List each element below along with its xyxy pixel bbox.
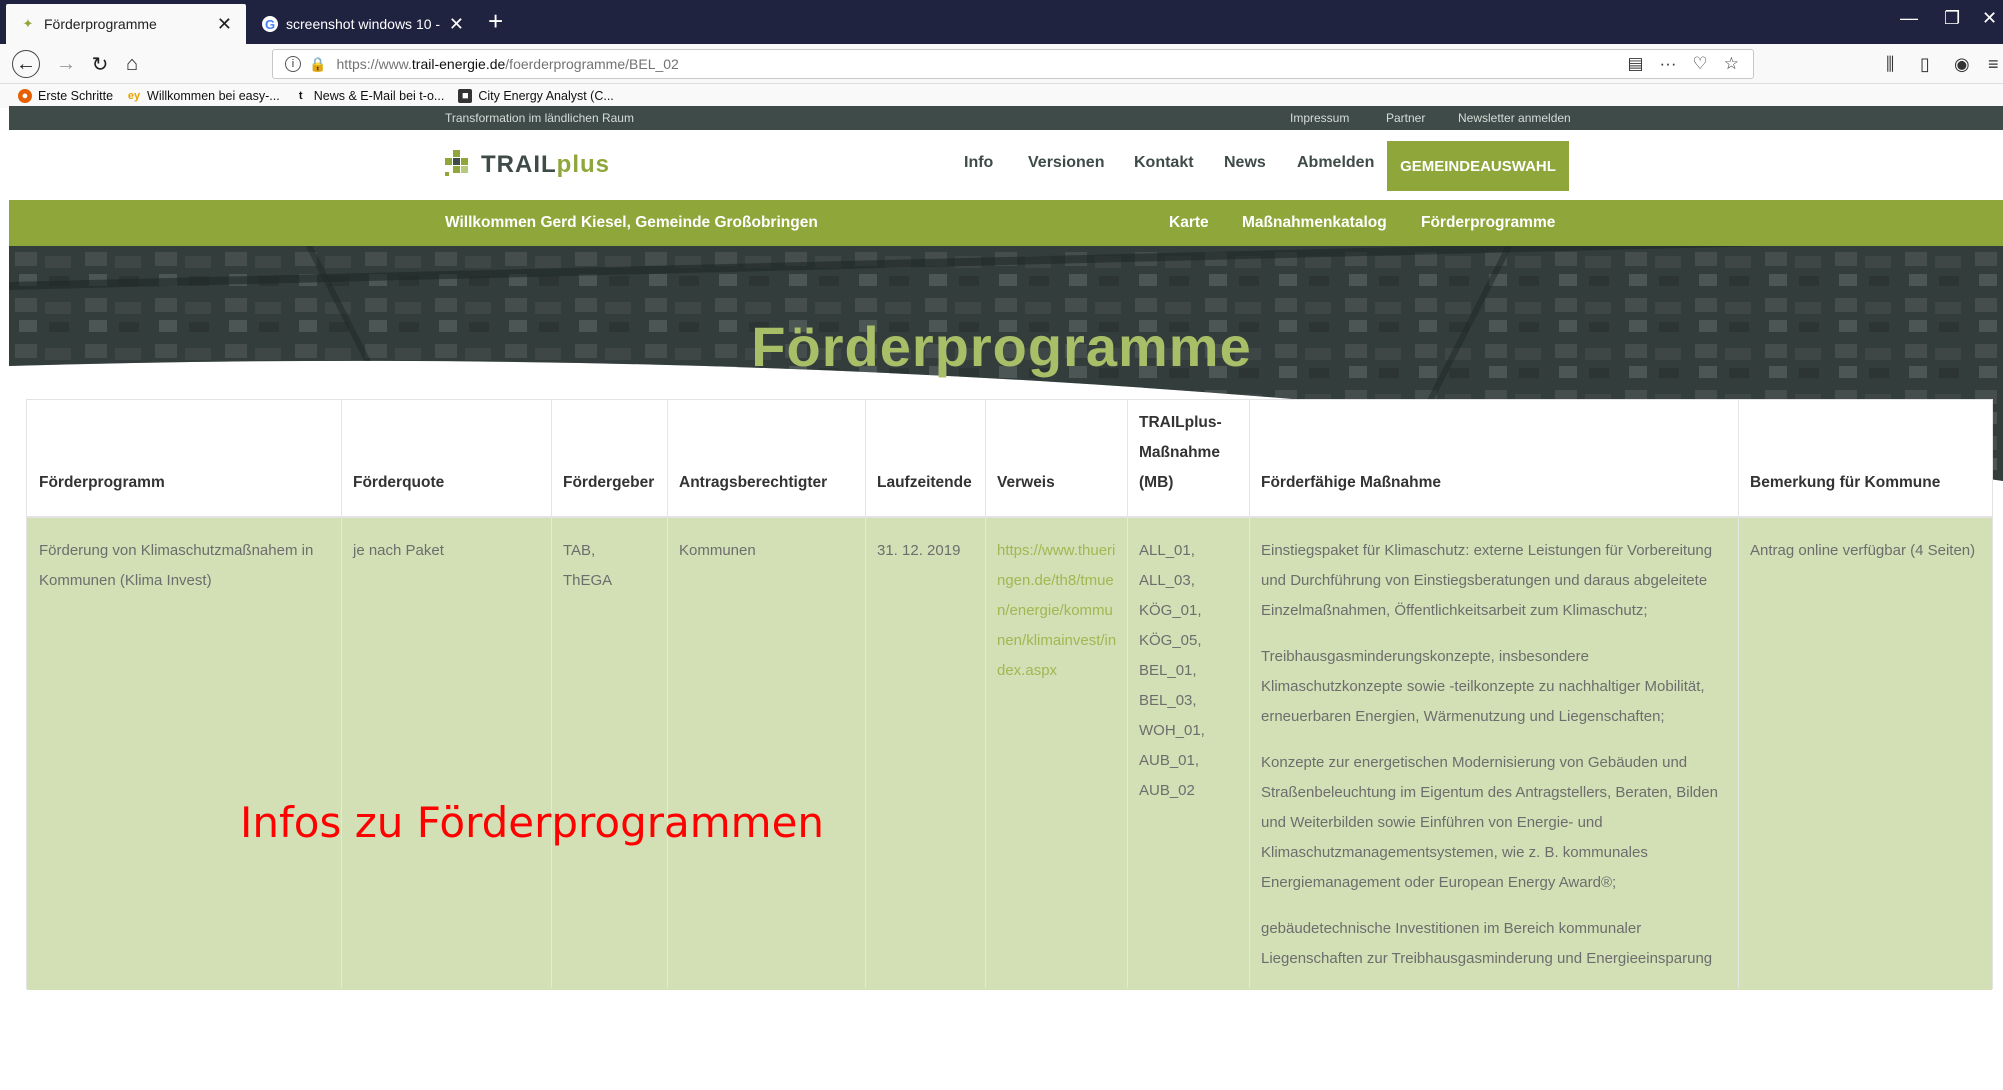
minimize-icon[interactable]: —: [1900, 8, 1918, 29]
col-header-quote: Förderquote: [353, 474, 445, 491]
col-header-laufzeit: Laufzeitende: [877, 474, 972, 491]
back-arrow-icon[interactable]: ←: [12, 50, 40, 78]
cell-programm: Förderung von Klimaschutzmaßnahem in Kom…: [39, 542, 314, 589]
cube-icon: ■: [458, 89, 473, 103]
foerderfaehig-item: Konzepte zur energetischen Modernisierun…: [1261, 754, 1718, 891]
cell-bemerkung: Antrag online verfügbar (4 Seiten): [1750, 542, 1976, 559]
tab-foerderprogramme[interactable]: ✦ Förderprogramme ✕: [6, 4, 246, 44]
pocket-icon[interactable]: ♡: [1693, 54, 1708, 74]
cell-foerderfaehig: Einstiegspaket für Klimaschutz: externe …: [1261, 536, 1731, 990]
gemeindeauswahl-button[interactable]: GEMEINDEAUSWAHL: [1387, 141, 1569, 191]
annotation-text: Infos zu Förderprogrammen: [240, 798, 825, 847]
library-icon[interactable]: ⫼: [1886, 54, 1894, 75]
column-divider: [341, 400, 342, 988]
nav-abmelden[interactable]: Abmelden: [1297, 154, 1374, 172]
nav-kontakt[interactable]: Kontakt: [1134, 154, 1194, 172]
url-text: https://www.trail-energie.de/foerderprog…: [336, 56, 679, 72]
cell-geber: TAB, ThEGA: [563, 542, 613, 589]
website: Transformation im ländlichen Raum Impres…: [9, 106, 2003, 1090]
forward-arrow-icon[interactable]: →: [52, 50, 80, 78]
logo-text: TRAILplus: [481, 151, 610, 178]
cell-verweis-link[interactable]: https://www.thueringen.de/th8/tmuen/ener…: [997, 536, 1117, 686]
col-header-berechtigt: Antragsberechtigter: [679, 474, 828, 491]
subnav-karte[interactable]: Karte: [1169, 214, 1209, 232]
new-tab-icon[interactable]: +: [488, 6, 503, 37]
bookmark-item[interactable]: ● Erste Schritte: [18, 89, 113, 103]
welcome-text: Willkommen Gerd Kiesel, Gemeinde Großobr…: [445, 214, 818, 231]
cell-quote: je nach Paket: [353, 542, 444, 559]
cell-berechtigt: Kommunen: [679, 542, 756, 559]
col-header-programm: Förderprogramm: [39, 474, 165, 491]
tab-google-search[interactable]: G screenshot windows 10 - Googl ✕: [248, 4, 478, 44]
close-tab-icon[interactable]: ✕: [217, 14, 232, 35]
impressum-link[interactable]: Impressum: [1290, 111, 1349, 125]
hero-title: Förderprogramme: [751, 315, 1252, 378]
column-divider: [1127, 400, 1128, 988]
col-header-massnahme: TRAILplus-Maßnahme (MB): [1139, 414, 1222, 491]
trailplus-favicon-icon: ✦: [22, 16, 34, 31]
column-divider: [667, 400, 668, 988]
tab-title: Förderprogramme: [44, 16, 157, 32]
col-header-bemerkung: Bemerkung für Kommune: [1750, 474, 1941, 491]
subnav-massnahmenkatalog[interactable]: Maßnahmenkatalog: [1242, 214, 1387, 232]
logo-mark-icon: [445, 150, 475, 180]
foerderfaehig-item: Treibhausgasminderungskonzepte, insbeson…: [1261, 648, 1705, 725]
tagline: Transformation im ländlichen Raum: [445, 111, 634, 125]
sidebar-icon[interactable]: ▯: [1920, 54, 1930, 75]
tab-title: screenshot windows 10 - Googl: [286, 16, 443, 32]
lock-icon: 🔒: [309, 55, 327, 72]
firefox-icon: ●: [18, 89, 32, 103]
easy-icon: ey: [127, 90, 141, 102]
browser-tab-bar: ✦ Förderprogramme ✕ G screenshot windows…: [0, 0, 2003, 44]
nav-info[interactable]: Info: [964, 154, 993, 172]
sub-navigation: Willkommen Gerd Kiesel, Gemeinde Großobr…: [9, 200, 2003, 246]
trailplus-logo[interactable]: TRAILplus: [445, 150, 610, 180]
col-header-foerderfaehig: Förderfähige Maßnahme: [1261, 474, 1441, 491]
column-divider: [865, 400, 866, 988]
partner-link[interactable]: Partner: [1386, 111, 1425, 125]
foerderfaehig-item: Einstiegspaket für Klimaschutz: externe …: [1261, 542, 1713, 619]
t-online-icon: t: [298, 90, 303, 102]
column-divider: [551, 400, 552, 988]
bookmark-star-icon[interactable]: ☆: [1724, 54, 1739, 74]
foerderfaehig-item: gebäudetechnische Investitionen im Berei…: [1261, 920, 1713, 967]
table-header: Förderprogramm Förderquote Fördergeber A…: [27, 400, 1992, 518]
account-icon[interactable]: ◉: [1954, 54, 1970, 75]
bookmark-item[interactable]: t News & E-Mail bei t-o...: [294, 89, 444, 103]
page-actions-icon[interactable]: ···: [1660, 54, 1677, 74]
cell-massnahmen: ALL_01, ALL_03, KÖG_01, KÖG_05, BEL_01, …: [1139, 542, 1205, 799]
table-row: Förderung von Klimaschutzmaßnahem in Kom…: [27, 518, 1992, 990]
menu-icon[interactable]: ≡: [1988, 54, 1999, 75]
bookmark-item[interactable]: ey Willkommen bei easy-...: [127, 89, 280, 103]
column-divider: [1738, 400, 1739, 988]
column-divider: [985, 400, 986, 988]
col-header-verweis: Verweis: [997, 474, 1055, 491]
reload-icon[interactable]: ↻: [86, 50, 114, 78]
restore-icon[interactable]: ❐: [1944, 8, 1960, 29]
close-tab-icon[interactable]: ✕: [449, 14, 464, 35]
top-strip: Transformation im ländlichen Raum Impres…: [9, 106, 2003, 130]
home-icon[interactable]: ⌂: [118, 50, 146, 78]
close-window-icon[interactable]: ✕: [1982, 8, 1997, 29]
browser-navbar: ← → ↻ ⌂ i 🔒 https://www.trail-energie.de…: [0, 44, 2003, 84]
cell-laufzeit: 31. 12. 2019: [877, 542, 961, 559]
info-icon[interactable]: i: [285, 56, 301, 72]
column-divider: [1249, 400, 1250, 988]
subnav-foerderprogramme[interactable]: Förderprogramme: [1421, 214, 1555, 232]
nav-news[interactable]: News: [1224, 154, 1266, 172]
google-favicon-icon: G: [262, 16, 278, 32]
url-bar[interactable]: i 🔒 https://www.trail-energie.de/foerder…: [272, 49, 1754, 79]
reader-view-icon[interactable]: ▤: [1627, 54, 1643, 74]
foerderprogramme-table: Förderprogramm Förderquote Fördergeber A…: [26, 399, 1993, 990]
site-header: TRAILplus Info Versionen Kontakt News Ab…: [9, 130, 2003, 200]
newsletter-link[interactable]: Newsletter anmelden: [1458, 111, 1571, 125]
url-actions: ▤ ··· ♡ ☆: [1627, 54, 1739, 74]
bookmark-item[interactable]: ■ City Energy Analyst (C...: [458, 89, 614, 103]
col-header-geber: Fördergeber: [563, 474, 655, 491]
nav-versionen[interactable]: Versionen: [1028, 154, 1104, 172]
bookmarks-bar: ● Erste Schritte ey Willkommen bei easy-..…: [0, 84, 2003, 108]
